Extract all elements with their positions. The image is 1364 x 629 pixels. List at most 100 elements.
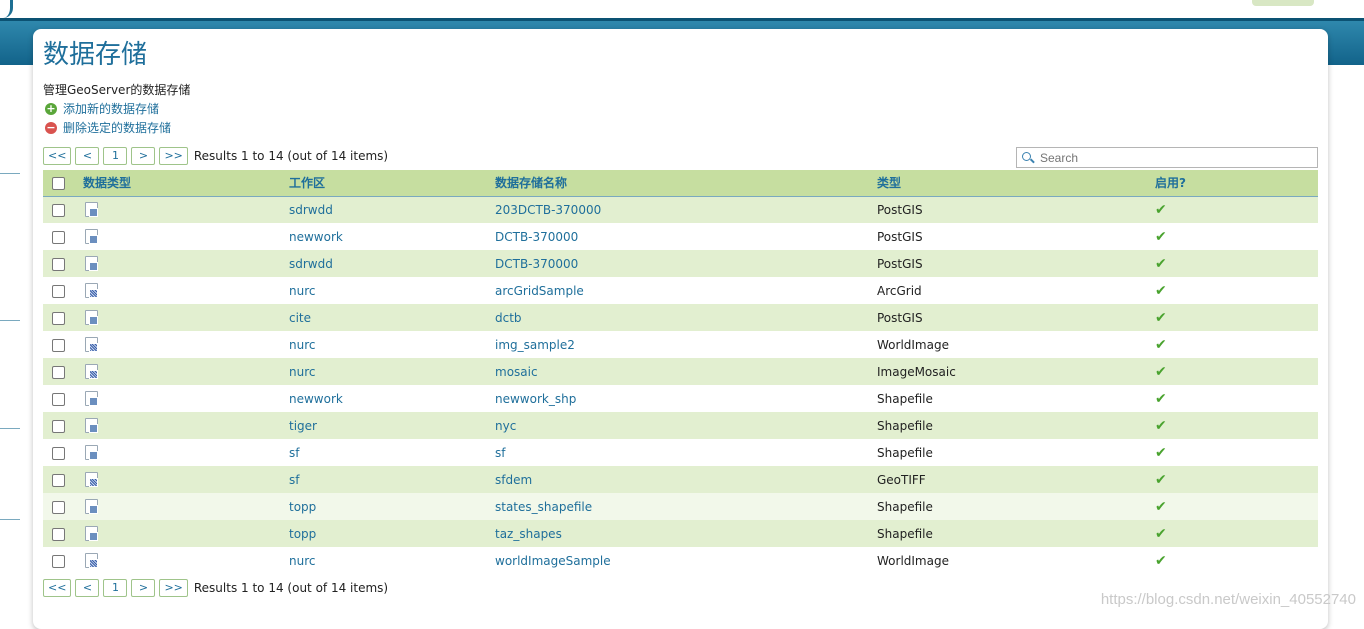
- row-checkbox[interactable]: [52, 446, 65, 460]
- next-page-button[interactable]: >: [131, 147, 156, 165]
- workspace-link[interactable]: cite: [289, 304, 495, 331]
- first-page-button[interactable]: <<: [43, 579, 72, 597]
- raster-store-icon: [85, 364, 98, 379]
- table-row: nurc worldImageSample WorldImage ✔: [43, 547, 1318, 574]
- store-name-link[interactable]: dctb: [495, 304, 877, 331]
- header-store-name[interactable]: 数据存储名称: [495, 170, 877, 196]
- header-enabled[interactable]: 启用?: [1155, 170, 1318, 196]
- prev-page-button[interactable]: <: [75, 147, 100, 165]
- store-name-link[interactable]: sf: [495, 439, 877, 466]
- results-count: Results 1 to 14 (out of 14 items): [193, 581, 389, 595]
- enabled-check-icon: ✔: [1155, 282, 1167, 299]
- store-type: PostGIS: [877, 229, 923, 244]
- store-name-link[interactable]: worldImageSample: [495, 547, 877, 574]
- first-page-button[interactable]: <<: [43, 147, 72, 165]
- table-row: nurc arcGridSample ArcGrid ✔: [43, 277, 1318, 304]
- workspace-link[interactable]: newwork: [289, 223, 495, 250]
- table-row: topp states_shapefile Shapefile ✔: [43, 493, 1318, 520]
- workspace-link[interactable]: topp: [289, 493, 495, 520]
- row-checkbox[interactable]: [52, 419, 65, 433]
- last-page-button[interactable]: >>: [159, 579, 188, 597]
- store-name-link[interactable]: arcGridSample: [495, 277, 877, 304]
- top-right-tab[interactable]: [1252, 0, 1314, 6]
- last-page-button[interactable]: >>: [159, 147, 188, 165]
- store-type: ArcGrid: [877, 283, 922, 298]
- raster-store-icon: [85, 553, 98, 568]
- header-curve: [0, 0, 13, 18]
- enabled-check-icon: ✔: [1155, 201, 1167, 218]
- workspace-link[interactable]: sf: [289, 439, 495, 466]
- add-icon: +: [45, 101, 57, 115]
- vector-store-icon: [85, 418, 98, 433]
- prev-page-button[interactable]: <: [75, 579, 100, 597]
- workspace-link[interactable]: newwork: [289, 385, 495, 412]
- row-checkbox[interactable]: [52, 311, 65, 325]
- store-name-link[interactable]: img_sample2: [495, 331, 877, 358]
- row-checkbox[interactable]: [52, 257, 65, 271]
- store-name-link[interactable]: states_shapefile: [495, 493, 877, 520]
- row-checkbox[interactable]: [52, 500, 65, 514]
- vector-store-icon: [85, 526, 98, 541]
- workspace-link[interactable]: nurc: [289, 277, 495, 304]
- store-name-link[interactable]: sfdem: [495, 466, 877, 493]
- store-name-link[interactable]: taz_shapes: [495, 520, 877, 547]
- row-checkbox[interactable]: [52, 203, 65, 217]
- store-name-link[interactable]: newwork_shp: [495, 385, 877, 412]
- page-title: 数据存储: [43, 40, 148, 70]
- next-page-button[interactable]: >: [131, 579, 156, 597]
- table-row: sdrwdd DCTB-370000 PostGIS ✔: [43, 250, 1318, 277]
- pager-bottom: << < 1 > >> Results 1 to 14 (out of 14 i…: [43, 579, 388, 597]
- results-count: Results 1 to 14 (out of 14 items): [193, 149, 389, 163]
- store-type: WorldImage: [877, 553, 949, 568]
- row-checkbox[interactable]: [52, 284, 65, 298]
- row-checkbox[interactable]: [52, 338, 65, 352]
- page-1-button[interactable]: 1: [103, 147, 128, 165]
- header-data-type[interactable]: 数据类型: [83, 170, 289, 196]
- row-checkbox[interactable]: [52, 473, 65, 487]
- table-row: newwork DCTB-370000 PostGIS ✔: [43, 223, 1318, 250]
- workspace-link[interactable]: nurc: [289, 331, 495, 358]
- workspace-link[interactable]: sdrwdd: [289, 196, 495, 223]
- page-description: 管理GeoServer的数据存储: [43, 83, 191, 97]
- store-name-link[interactable]: DCTB-370000: [495, 223, 877, 250]
- workspace-link[interactable]: nurc: [289, 547, 495, 574]
- vector-store-icon: [85, 391, 98, 406]
- store-name-link[interactable]: nyc: [495, 412, 877, 439]
- store-type: Shapefile: [877, 445, 933, 460]
- table-body: sdrwdd 203DCTB-370000 PostGIS ✔ newwork DCTB-…: [43, 196, 1318, 574]
- search-input[interactable]: [1038, 149, 1292, 166]
- store-name-link[interactable]: 203DCTB-370000: [495, 196, 877, 223]
- workspace-link[interactable]: tiger: [289, 412, 495, 439]
- store-name-link[interactable]: DCTB-370000: [495, 250, 877, 277]
- store-name-link[interactable]: mosaic: [495, 358, 877, 385]
- row-checkbox[interactable]: [52, 554, 65, 568]
- header-workspace[interactable]: 工作区: [289, 170, 495, 196]
- table-row: topp taz_shapes Shapefile ✔: [43, 520, 1318, 547]
- vector-store-icon: [85, 499, 98, 514]
- vector-store-icon: [85, 310, 98, 325]
- search-box[interactable]: [1016, 147, 1318, 168]
- page-1-button[interactable]: 1: [103, 579, 128, 597]
- select-all-checkbox[interactable]: [52, 176, 65, 190]
- remove-store-link[interactable]: − 删除选定的数据存储: [45, 119, 171, 136]
- add-store-link[interactable]: + 添加新的数据存储: [45, 100, 159, 117]
- header-type[interactable]: 类型: [877, 170, 1155, 196]
- row-checkbox[interactable]: [52, 230, 65, 244]
- add-store-label: 添加新的数据存储: [63, 102, 160, 116]
- row-checkbox[interactable]: [52, 365, 65, 379]
- table-header-row: 数据类型 工作区 数据存储名称 类型 启用?: [43, 170, 1318, 196]
- row-checkbox[interactable]: [52, 392, 65, 406]
- enabled-check-icon: ✔: [1155, 228, 1167, 245]
- store-type: Shapefile: [877, 526, 933, 541]
- enabled-check-icon: ✔: [1155, 471, 1167, 488]
- workspace-link[interactable]: topp: [289, 520, 495, 547]
- workspace-link[interactable]: sf: [289, 466, 495, 493]
- raster-store-icon: [85, 283, 98, 298]
- row-checkbox[interactable]: [52, 527, 65, 541]
- workspace-link[interactable]: sdrwdd: [289, 250, 495, 277]
- vector-store-icon: [85, 256, 98, 271]
- workspace-link[interactable]: nurc: [289, 358, 495, 385]
- table-row: nurc img_sample2 WorldImage ✔: [43, 331, 1318, 358]
- store-type: PostGIS: [877, 202, 923, 217]
- enabled-check-icon: ✔: [1155, 498, 1167, 515]
